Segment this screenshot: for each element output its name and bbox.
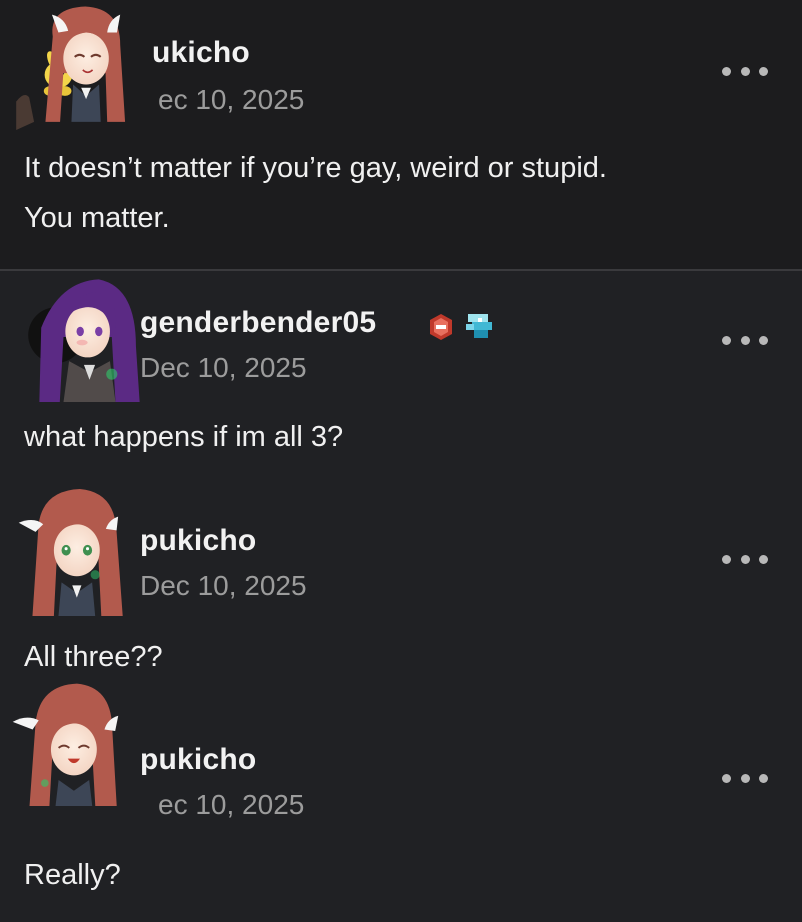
shield-badge-icon [430,314,452,340]
avatar[interactable] [8,486,138,616]
pixel-creature-badge-icon [466,314,492,338]
post-date: ec 10, 2025 [158,84,305,115]
post-date: ec 10, 2025 [158,789,305,820]
avatar[interactable] [2,676,132,806]
comment-text: what happens if im all 3? [24,421,344,453]
more-dots-icon[interactable] [722,552,768,566]
username[interactable]: pukicho [140,743,256,777]
more-dots-icon[interactable] [722,333,768,347]
post-date: Dec 10, 2025 [140,570,307,601]
more-dots-icon[interactable] [722,64,768,78]
comment-text: It doesn’t matter if you’re gay, weird o… [24,143,784,243]
avatar[interactable] [4,0,134,130]
username[interactable]: ukicho [152,36,250,70]
more-dots-icon[interactable] [722,771,768,785]
comment-text-line: It doesn’t matter if you’re gay, weird o… [24,152,607,184]
post-date: Dec 10, 2025 [140,352,307,383]
comment-text: All three?? [24,641,163,673]
comment-text-line: You matter. [24,202,170,234]
username[interactable]: genderbender05 [140,306,376,340]
avatar[interactable] [18,272,148,402]
divider [0,269,802,271]
comment-text: Really? [24,859,121,891]
user-badges [426,310,498,344]
username[interactable]: pukicho [140,524,256,558]
